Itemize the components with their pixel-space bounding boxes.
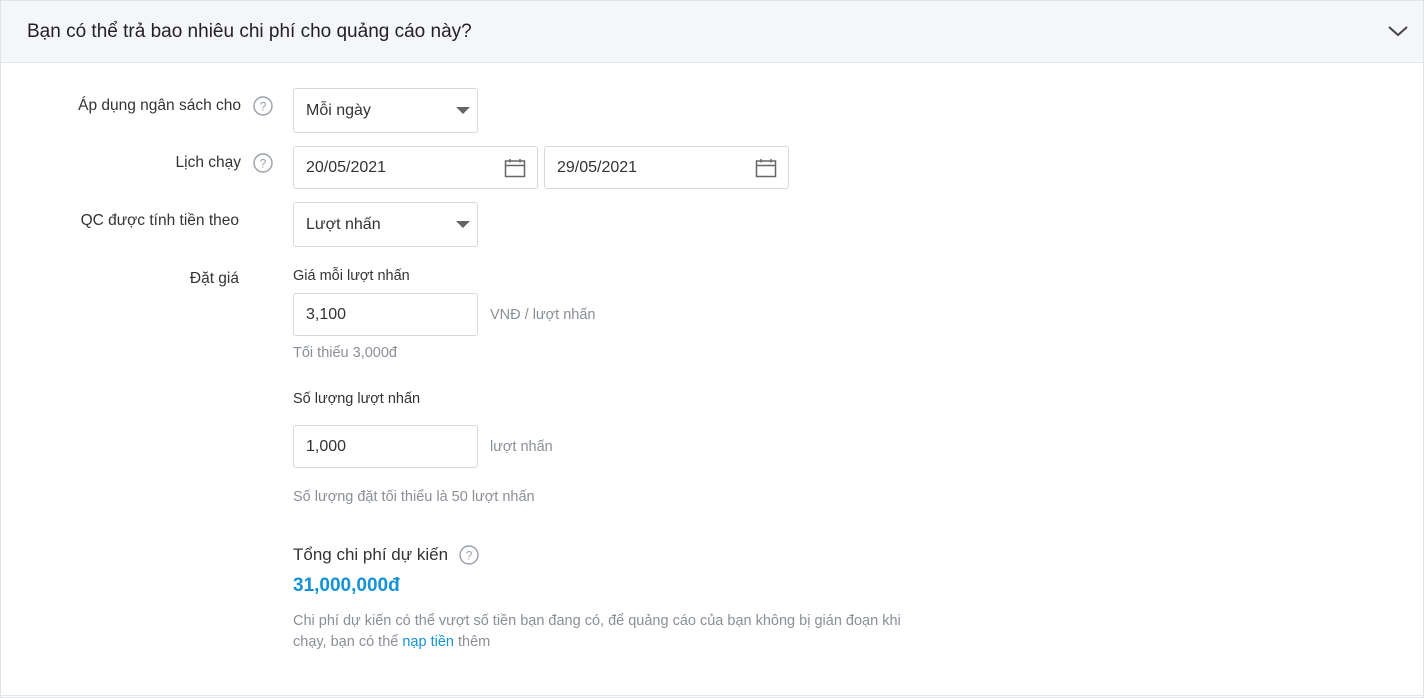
budget-panel: Bạn có thể trả bao nhiêu chi phí cho quả… (0, 0, 1424, 698)
help-icon[interactable]: ? (459, 545, 479, 565)
billing-select[interactable]: Lượt nhấn (293, 202, 478, 247)
help-icon[interactable]: ? (253, 96, 273, 116)
end-date-value: 29/05/2021 (557, 159, 638, 176)
note-text: Chi phí dự kiến có thể vượt số tiền bạn … (293, 613, 901, 650)
quantity-input[interactable]: 1,000 (293, 425, 478, 468)
quantity-input-value: 1,000 (306, 438, 347, 455)
pricing-label: Đặt giá (189, 270, 239, 287)
total-cost-note: Chi phí dự kiến có thể vượt số tiền bạn … (293, 611, 933, 653)
caret-down-icon (456, 221, 470, 228)
budget-select[interactable]: Mỗi ngày (293, 88, 478, 133)
end-date-input[interactable]: 29/05/2021 (544, 146, 789, 189)
panel-header[interactable]: Bạn có thể trả bao nhiêu chi phí cho quả… (1, 1, 1423, 63)
price-input[interactable]: 3,100 (293, 293, 478, 336)
start-date-input[interactable]: 20/05/2021 (293, 146, 538, 189)
quantity-unit: lượt nhấn (490, 439, 553, 455)
divider (1, 695, 1424, 696)
price-unit: VNĐ / lượt nhấn (490, 307, 596, 323)
caret-down-icon (456, 107, 470, 114)
click-quantity-label: Số lượng lượt nhấn (293, 391, 421, 407)
price-hint: Tối thiểu 3,000đ (293, 345, 397, 361)
calendar-icon[interactable] (504, 158, 526, 178)
chevron-down-icon[interactable] (1387, 23, 1409, 39)
svg-text:?: ? (260, 100, 267, 114)
svg-text:?: ? (466, 549, 473, 563)
budget-select-value: Mỗi ngày (306, 102, 371, 119)
budget-label: Áp dụng ngân sách cho (78, 97, 241, 114)
top-up-link[interactable]: nạp tiền (402, 634, 454, 650)
start-date-value: 20/05/2021 (306, 159, 387, 176)
price-input-value: 3,100 (306, 306, 347, 323)
svg-text:?: ? (260, 157, 267, 171)
total-cost-value: 31,000,000đ (293, 575, 400, 596)
schedule-label: Lịch chạy (175, 154, 241, 171)
help-icon[interactable]: ? (253, 153, 273, 173)
quantity-hint: Số lượng đặt tối thiểu là 50 lượt nhấn (293, 489, 535, 505)
price-per-click-label: Giá mỗi lượt nhấn (293, 268, 410, 284)
billing-select-value: Lượt nhấn (306, 216, 381, 233)
panel-title: Bạn có thể trả bao nhiêu chi phí cho quả… (27, 21, 472, 42)
total-cost-label: Tổng chi phí dự kiến (293, 545, 449, 564)
billing-label: QC được tính tiền theo (80, 212, 239, 229)
note-text-end: thêm (453, 634, 491, 650)
calendar-icon[interactable] (755, 158, 777, 178)
